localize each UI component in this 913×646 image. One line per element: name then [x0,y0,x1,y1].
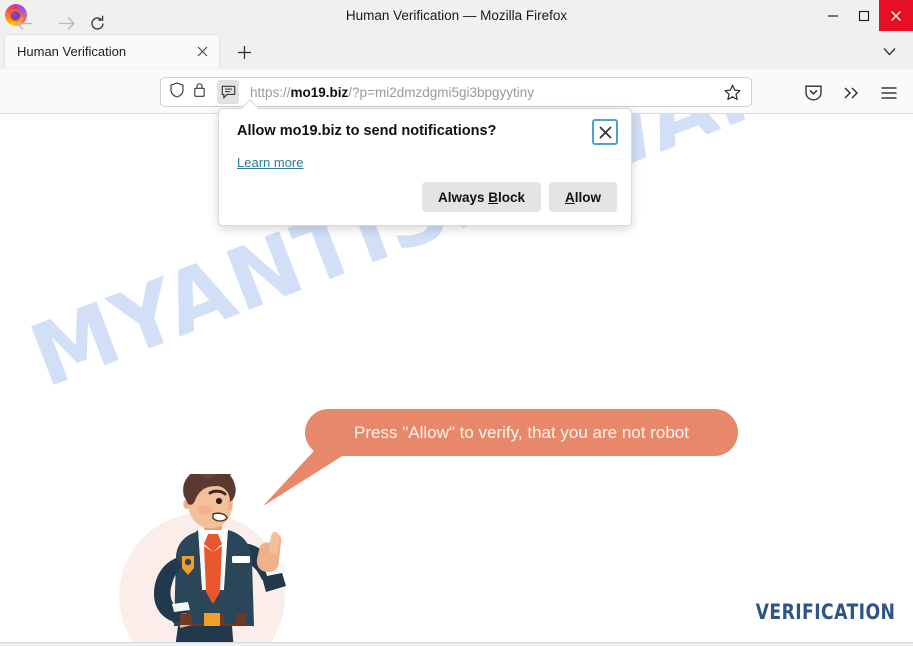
shield-icon[interactable] [170,81,184,103]
identity-box [161,80,239,104]
back-button[interactable] [10,9,38,37]
always-block-button[interactable]: Always Block [421,182,541,212]
speech-bubble: Press "Allow" to verify, that you are no… [255,400,755,510]
allow-button[interactable]: Allow [549,182,617,212]
toolbar-right-buttons [799,79,903,106]
forward-button[interactable] [52,9,80,37]
notification-permission-dialog: Allow mo19.biz to send notifications? Le… [218,108,632,226]
chevron-down-icon[interactable] [877,41,901,61]
tab-human-verification[interactable]: Human Verification [4,34,220,68]
close-tab-icon[interactable] [191,41,213,63]
hamburger-menu-icon[interactable] [875,79,903,106]
tab-strip: Human Verification [0,31,913,69]
dialog-actions: Always Block Allow [421,182,617,212]
maximize-button[interactable] [848,0,879,31]
url-text[interactable]: https://mo19.biz/?p=mi2dmzdgmi5gi3bpgyyt… [250,85,719,100]
tab-title: Human Verification [17,44,127,59]
bookmark-star-icon[interactable] [719,79,745,105]
speech-bubble-text: Press "Allow" to verify, that you are no… [354,422,689,442]
reload-button[interactable] [83,9,111,37]
minimize-button[interactable] [817,0,848,31]
speech-bubble-body: Press "Allow" to verify, that you are no… [305,409,738,456]
lock-icon[interactable] [193,82,206,103]
notification-permission-icon[interactable] [217,80,239,104]
overflow-menu-icon[interactable] [837,79,865,106]
firefox-window: Human Verification — Mozilla Firefox Hum… [0,0,913,646]
close-icon[interactable] [592,119,618,145]
dialog-title: Allow mo19.biz to send notifications? [237,123,497,139]
window-title: Human Verification — Mozilla Firefox [345,8,568,23]
window-bottom-edge [0,642,913,646]
close-window-button[interactable] [879,0,913,31]
pocket-icon[interactable] [799,79,827,106]
businessman-illustration [119,474,287,642]
learn-more-link[interactable]: Learn more [237,155,303,170]
url-path: /?p=mi2dmzdgmi5gi3bpgyytiny [348,84,535,100]
window-controls [817,0,913,31]
url-scheme: https:// [250,84,291,100]
verification-logo: VERIFICATION [755,600,895,624]
new-tab-icon[interactable] [231,39,257,65]
url-host: mo19.biz [290,84,349,100]
window-titlebar: Human Verification — Mozilla Firefox [0,0,913,31]
